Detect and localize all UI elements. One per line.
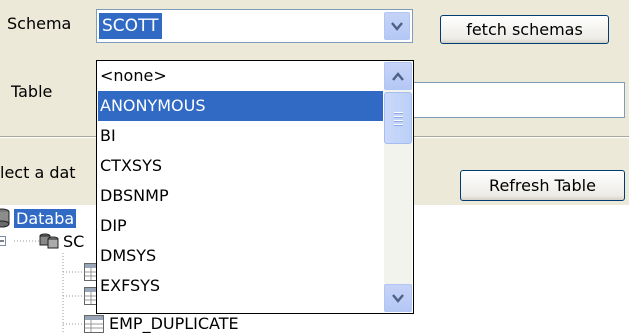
select-database-hint: lect a dat (0, 163, 76, 182)
dropdown-option[interactable]: EXFSYS (98, 271, 383, 301)
database-icon (0, 208, 10, 228)
dropdown-option[interactable]: DIP (98, 211, 383, 241)
dropdown-option[interactable]: <none> (98, 61, 383, 91)
schema-combobox-value: SCOTT (99, 13, 162, 39)
tree-node-schema-label: SC (63, 231, 85, 251)
schema-combobox[interactable]: SCOTT (96, 9, 413, 43)
tree-node-database[interactable]: Databa (0, 206, 77, 230)
scroll-down-arrow-icon (392, 293, 404, 303)
scroll-thumb[interactable] (384, 92, 412, 144)
tree-node-table-label[interactable]: EMP_DUPLICATE (109, 314, 239, 333)
dropdown-option[interactable]: DBSNMP (98, 181, 383, 211)
schema-dropdown-list[interactable]: <none> ANONYMOUS BI CTXSYS DBSNMP DIP DMSYS EXF… (96, 60, 414, 314)
table-icon (84, 315, 104, 333)
schema-dropdown-button[interactable] (384, 12, 410, 40)
dropdown-option[interactable]: DMSYS (98, 241, 383, 271)
table-label: Table (11, 82, 53, 101)
chevron-down-icon (391, 21, 403, 31)
dropdown-option[interactable]: CTXSYS (98, 151, 383, 181)
scroll-up-arrow-icon (392, 71, 404, 81)
scroll-up-button[interactable] (384, 62, 412, 90)
tree-node-database-label: Databa (14, 208, 77, 228)
dropdown-option[interactable]: BI (98, 121, 383, 151)
dropdown-option[interactable]: ANONYMOUS (98, 91, 383, 121)
refresh-table-button[interactable]: Refresh Table (460, 170, 625, 201)
scroll-down-button[interactable] (384, 284, 412, 312)
schema-icon (39, 233, 59, 249)
tree-expander-icon (0, 236, 6, 246)
tree-node-schema[interactable]: SC (0, 229, 84, 253)
schema-label: Schema (7, 14, 72, 33)
dropdown-scrollbar[interactable] (384, 62, 412, 312)
fetch-schemas-button[interactable]: fetch schemas (440, 15, 609, 44)
